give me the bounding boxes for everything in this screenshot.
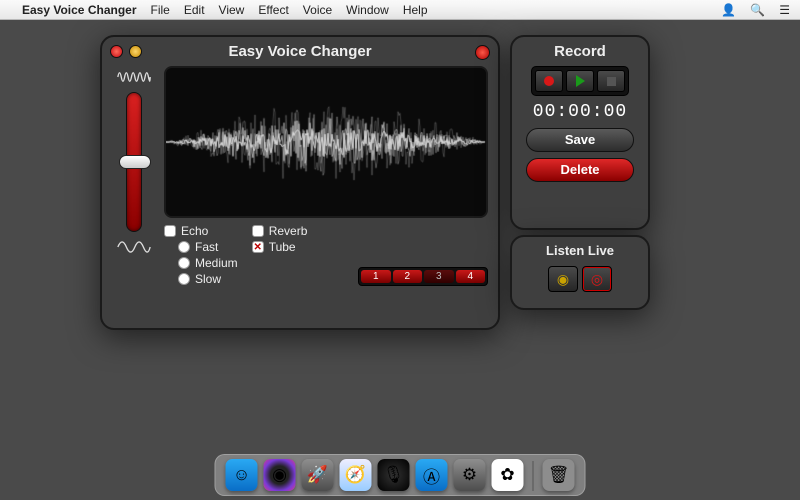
waveform-display [164, 66, 488, 218]
dock-finder[interactable]: ☺ [226, 459, 258, 491]
tube-checkbox[interactable]: ✕Tube [252, 240, 488, 254]
menu-window[interactable]: Window [346, 3, 389, 17]
play-button[interactable] [566, 70, 594, 92]
preset-3[interactable]: 3 [424, 270, 454, 283]
menu-view[interactable]: View [219, 3, 245, 17]
record-button[interactable] [535, 70, 563, 92]
listen-speaker-button[interactable]: ◉ [548, 266, 578, 292]
preset-4[interactable]: 4 [456, 270, 486, 283]
pitch-slider-thumb[interactable] [119, 155, 151, 169]
medium-radio[interactable]: Medium [178, 256, 238, 270]
dock-siri[interactable]: ◉ [264, 459, 296, 491]
slow-radio[interactable]: Slow [178, 272, 238, 286]
echo-label: Echo [181, 224, 208, 238]
play-icon [576, 75, 585, 87]
spotlight-icon[interactable]: 🔍 [750, 3, 765, 17]
menu-extras-icon[interactable]: ☰ [779, 3, 790, 17]
traffic-lights [110, 45, 142, 58]
dock-system-preferences[interactable]: ⚙ [454, 459, 486, 491]
menu-voice[interactable]: Voice [303, 3, 332, 17]
menu-edit[interactable]: Edit [184, 3, 205, 17]
reverb-checkbox[interactable]: Reverb [252, 224, 488, 238]
record-icon [544, 76, 554, 86]
dock-safari[interactable]: 🧭 [340, 459, 372, 491]
dock-app-store[interactable]: Ⓐ [416, 459, 448, 491]
menu-effect[interactable]: Effect [258, 3, 288, 17]
listen-title: Listen Live [512, 237, 648, 262]
menubar: Easy Voice Changer File Edit View Effect… [0, 0, 800, 20]
slow-label: Slow [195, 272, 221, 286]
save-button[interactable]: Save [526, 128, 634, 152]
dock-trash[interactable]: 🗑 [543, 459, 575, 491]
preset-2[interactable]: 2 [393, 270, 423, 283]
timer-display: 00:00:00 [533, 102, 627, 122]
sparse-wave-icon [117, 236, 151, 258]
transport-buttons [531, 66, 629, 96]
preset-1[interactable]: 1 [361, 270, 391, 283]
medium-label: Medium [195, 256, 238, 270]
main-title: Easy Voice Changer [102, 37, 498, 64]
record-title: Record [512, 37, 648, 64]
minimize-button[interactable] [129, 45, 142, 58]
fast-label: Fast [195, 240, 218, 254]
stop-icon [607, 77, 616, 86]
fast-radio[interactable]: Fast [178, 240, 238, 254]
echo-checkbox[interactable]: Echo [164, 224, 238, 238]
reverb-label: Reverb [269, 224, 308, 238]
main-window: Easy Voice Changer Echo Fast [100, 35, 500, 330]
effects-row: Echo Fast Medium Slow Reverb ✕Tube 1 2 3… [164, 224, 488, 286]
dock-easy-voice-changer[interactable]: 🎙 [378, 459, 410, 491]
expand-button[interactable] [475, 45, 490, 60]
listen-window: Listen Live ◉ ◎ [510, 235, 650, 310]
dock-photos[interactable]: ✿ [492, 459, 524, 491]
user-icon[interactable]: 👤 [721, 3, 736, 17]
pitch-slider-column [112, 66, 156, 317]
record-window: Record 00:00:00 Save Delete [510, 35, 650, 230]
delete-button[interactable]: Delete [526, 158, 634, 182]
dock: ☺◉🚀🧭🎙Ⓐ⚙✿ 🗑 [215, 454, 586, 496]
preset-bar: 1 2 3 4 [358, 267, 488, 286]
close-button[interactable] [110, 45, 123, 58]
pitch-slider[interactable] [126, 92, 142, 232]
speaker-icon: ◉ [557, 271, 569, 288]
dense-wave-icon [117, 66, 151, 88]
headphone-icon: ◎ [591, 271, 603, 288]
stop-button[interactable] [597, 70, 625, 92]
listen-headphone-button[interactable]: ◎ [582, 266, 612, 292]
app-name[interactable]: Easy Voice Changer [22, 3, 137, 17]
menu-file[interactable]: File [151, 3, 170, 17]
menu-help[interactable]: Help [403, 3, 428, 17]
dock-launchpad[interactable]: 🚀 [302, 459, 334, 491]
dock-separator [533, 461, 534, 491]
tube-label: Tube [269, 240, 296, 254]
